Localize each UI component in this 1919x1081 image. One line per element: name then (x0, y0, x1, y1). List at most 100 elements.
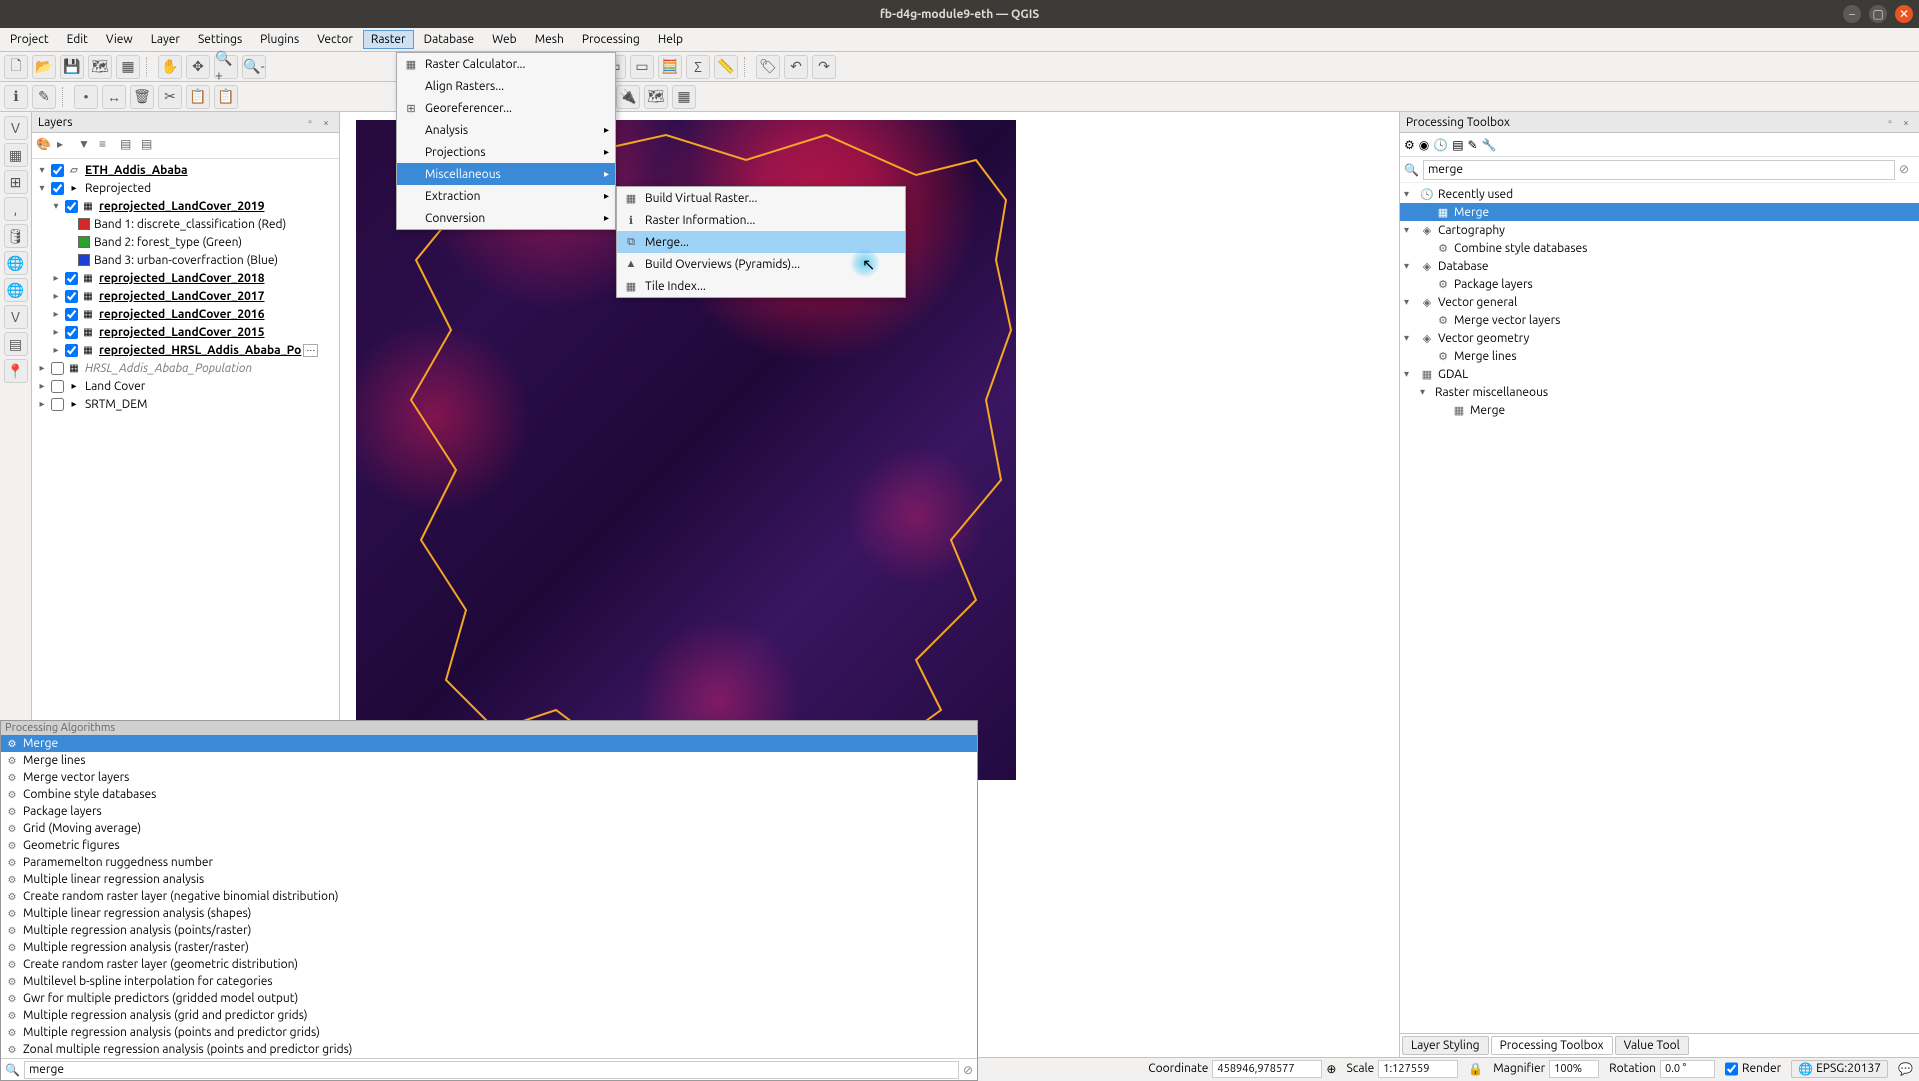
toolbox-item[interactable]: ▦Merge (1400, 203, 1919, 221)
save-project-icon[interactable]: 💾 (60, 55, 84, 79)
remove-icon[interactable]: ▤ (141, 137, 159, 155)
history-icon[interactable]: 🕓 (1433, 138, 1448, 152)
close-panel-icon[interactable]: × (1899, 115, 1913, 129)
merge-item[interactable]: ⧉Merge... (617, 231, 905, 253)
build-overviews-item[interactable]: ▲Build Overviews (Pyramids)... (617, 253, 905, 275)
algorithm-item[interactable]: ⚙Geometric figures (1, 837, 977, 854)
model-icon[interactable]: ◉ (1419, 138, 1429, 152)
menu-raster[interactable]: Raster (363, 30, 414, 49)
clear-search-icon[interactable]: ⊘ (1899, 162, 1915, 178)
close-panel-icon[interactable]: × (319, 115, 333, 129)
edit-icon[interactable]: ✎ (1468, 138, 1478, 152)
layout-manager-icon[interactable]: ▦ (116, 55, 140, 79)
layer-row[interactable]: ▾▱ETH_Addis_Ababa (32, 161, 339, 179)
menu-view[interactable]: View (98, 30, 141, 49)
layer-visibility-checkbox[interactable] (65, 272, 78, 285)
algorithm-item[interactable]: ⚙Create random raster layer (geometric d… (1, 956, 977, 973)
toolbox-tree[interactable]: ▾🕓Recently used▦Merge▾◈Cartography⚙Combi… (1400, 183, 1919, 1033)
osm-icon[interactable]: 🗺 (644, 85, 668, 109)
menu-database[interactable]: Database (416, 30, 483, 49)
algorithm-item[interactable]: ⚙Zonal multiple regression analysis (poi… (1, 1041, 977, 1058)
menu-settings[interactable]: Settings (190, 30, 250, 49)
render-checkbox[interactable] (1725, 1060, 1738, 1078)
add-virtual-icon[interactable]: V (4, 305, 28, 329)
algorithm-item[interactable]: ⚙Merge lines (1, 752, 977, 769)
new-print-layout-icon[interactable]: 🗺 (88, 55, 112, 79)
add-delimited-icon[interactable]: , (4, 197, 28, 221)
edit-icon[interactable]: ✎ (32, 85, 56, 109)
add-gpx-icon[interactable]: 📍 (4, 359, 28, 383)
add-db-icon[interactable]: 🛢 (4, 224, 28, 248)
layer-visibility-checkbox[interactable] (65, 344, 78, 357)
algorithm-item[interactable]: ⚙Multiple linear regression analysis (sh… (1, 905, 977, 922)
layer-row[interactable]: Band 2: forest_type (Green) (32, 233, 339, 251)
open-project-icon[interactable]: 📂 (32, 55, 56, 79)
layer-row[interactable]: ▸▦HRSL_Addis_Ababa_Population (32, 359, 339, 377)
add-mesh-icon[interactable]: ⊞ (4, 170, 28, 194)
add-group-icon[interactable]: ▸ (57, 137, 75, 155)
algorithm-item[interactable]: ⚙Merge vector layers (1, 769, 977, 786)
toolbox-item[interactable]: ▾◈Cartography (1400, 221, 1919, 239)
toolbox-item[interactable]: ▾Raster miscellaneous (1400, 383, 1919, 401)
collapse-icon[interactable]: ▤ (120, 137, 138, 155)
menu-plugins[interactable]: Plugins (252, 30, 307, 49)
algorithm-item[interactable]: ⚙Multiple regression analysis (grid and … (1, 1007, 977, 1024)
layer-row[interactable]: ▸▸SRTM_DEM (32, 395, 339, 413)
algorithm-item[interactable]: ⚙Multiple regression analysis (points an… (1, 1024, 977, 1041)
cut-icon[interactable]: ✂ (158, 85, 182, 109)
filter-icon[interactable]: ▼ (78, 137, 96, 155)
pan-icon[interactable]: ✋ (158, 55, 182, 79)
layer-row[interactable]: ▾▦reprojected_LandCover_2019 (32, 197, 339, 215)
maximize-button[interactable]: ▢ (1869, 5, 1887, 23)
toolbox-item[interactable]: ▾▦GDAL (1400, 365, 1919, 383)
menu-web[interactable]: Web (484, 30, 525, 49)
move-feature-icon[interactable]: ↔ (102, 85, 126, 109)
add-csv-icon[interactable]: ▤ (4, 332, 28, 356)
toolbox-search-input[interactable] (1423, 160, 1895, 180)
paste-icon[interactable]: 📋 (214, 85, 238, 109)
locator-search-input[interactable] (24, 1061, 959, 1079)
layer-row[interactable]: ▸▦reprojected_HRSL_Addis_Ababa_Po⋯ (32, 341, 339, 359)
menu-project[interactable]: Project (2, 30, 57, 49)
delete-icon[interactable]: 🗑 (130, 85, 154, 109)
expand-icon[interactable]: ≡ (99, 137, 117, 155)
algorithm-item[interactable]: ⚙Create random raster layer (negative bi… (1, 888, 977, 905)
style-icon[interactable]: 🎨 (36, 137, 54, 155)
close-button[interactable]: ✕ (1895, 5, 1913, 23)
layer-row[interactable]: ▸▦reprojected_LandCover_2017 (32, 287, 339, 305)
crs-button[interactable]: 🌐 EPSG:20137 (1791, 1060, 1888, 1078)
layer-visibility-checkbox[interactable] (65, 308, 78, 321)
layer-visibility-checkbox[interactable] (51, 182, 64, 195)
algorithm-item[interactable]: ⚙Package layers (1, 803, 977, 820)
add-feature-icon[interactable]: • (74, 85, 98, 109)
coordinate-input[interactable] (1212, 1060, 1322, 1078)
identify-icon[interactable]: ℹ (4, 85, 28, 109)
results-icon[interactable]: ▤ (1452, 138, 1463, 152)
algorithm-item[interactable]: ⚙Gwr for multiple predictors (gridded mo… (1, 990, 977, 1007)
extraction-item[interactable]: Extraction▸ (397, 185, 615, 207)
scale-input[interactable] (1378, 1060, 1458, 1078)
layer-visibility-checkbox[interactable] (65, 326, 78, 339)
menu-help[interactable]: Help (650, 30, 691, 49)
label-icon[interactable]: 🏷 (756, 55, 780, 79)
toolbox-item[interactable]: ▾◈Vector geometry (1400, 329, 1919, 347)
tab-layer-styling[interactable]: Layer Styling (1402, 1036, 1489, 1055)
magnifier-input[interactable] (1549, 1060, 1599, 1078)
raster-information-item[interactable]: ℹRaster Information... (617, 209, 905, 231)
layer-visibility-checkbox[interactable] (51, 164, 64, 177)
layer-row[interactable]: ▸▸Land Cover (32, 377, 339, 395)
conversion-item[interactable]: Conversion▸ (397, 207, 615, 229)
toolbox-item[interactable]: ▾◈Vector general (1400, 293, 1919, 311)
rotation-input[interactable] (1660, 1060, 1715, 1078)
layer-row[interactable]: ▸▦reprojected_LandCover_2018 (32, 269, 339, 287)
toggle-extent-icon[interactable]: ⊕ (1326, 1062, 1336, 1076)
algorithm-item[interactable]: ⚙Multiple linear regression analysis (1, 871, 977, 888)
layer-row[interactable]: ▸▦reprojected_LandCover_2016 (32, 305, 339, 323)
add-vector-icon[interactable]: V (4, 116, 28, 140)
menu-edit[interactable]: Edit (59, 30, 96, 49)
layer-row[interactable]: Band 3: urban-coverfraction (Blue) (32, 251, 339, 269)
algorithm-item[interactable]: ⚙Merge (1, 735, 977, 752)
add-wfs-icon[interactable]: 🌐 (4, 278, 28, 302)
minimize-button[interactable]: – (1843, 5, 1861, 23)
layer-visibility-checkbox[interactable] (51, 398, 64, 411)
